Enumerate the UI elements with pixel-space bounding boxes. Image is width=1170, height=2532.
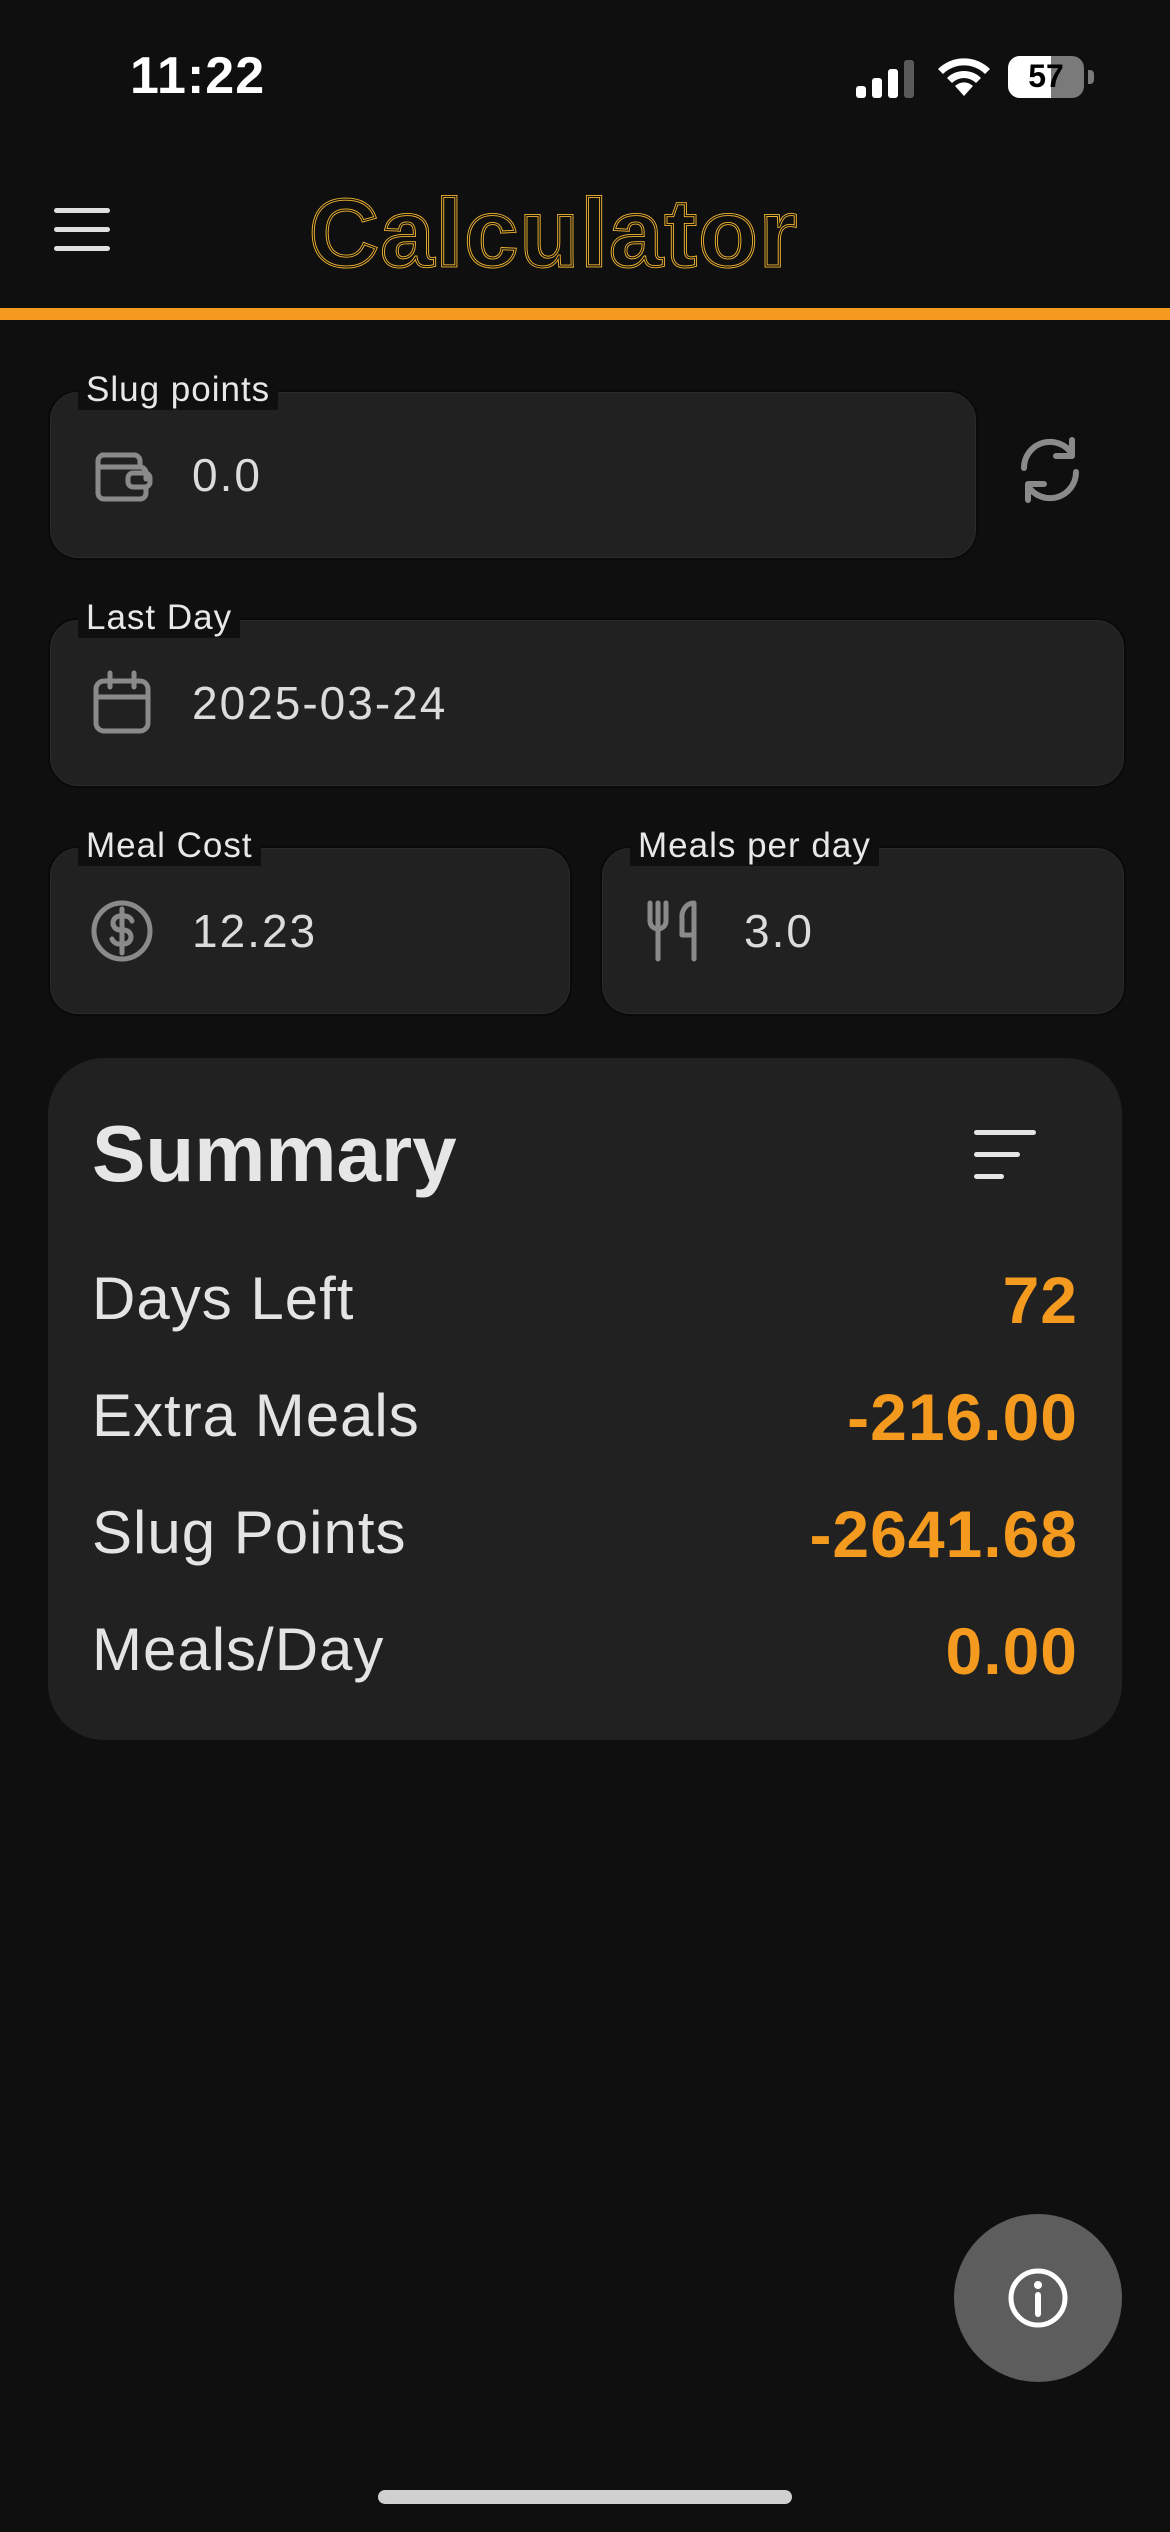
app-bar: Calculator Calculator [0, 150, 1170, 308]
wifi-icon [938, 58, 990, 96]
last-day-input[interactable]: 2025-03-24 [192, 676, 944, 730]
info-button[interactable] [954, 2214, 1122, 2382]
slug-points-field[interactable]: Slug points 0.0 [48, 370, 978, 560]
meal-cost-label: Meal Cost [78, 826, 261, 866]
slug-points-summary-value: -2641.68 [809, 1497, 1078, 1571]
info-icon [1008, 2268, 1068, 2328]
hamburger-menu-icon [54, 208, 110, 213]
meals-per-day-summary-label: Meals/Day [92, 1616, 385, 1683]
wallet-icon [95, 452, 153, 502]
cellular-signal-icon [856, 60, 914, 98]
fork-knife-icon [647, 900, 697, 962]
sort-button[interactable] [974, 1130, 1038, 1182]
dollar-circle-icon [91, 900, 153, 962]
meal-cost-field[interactable]: Meal Cost 12.23 [48, 826, 572, 1016]
last-day-field[interactable]: Last Day 2025-03-24 [48, 598, 1126, 788]
meals-per-day-label: Meals per day [630, 826, 879, 866]
svg-text:Calculator: Calculator [309, 180, 798, 287]
extra-meals-label: Extra Meals [92, 1382, 420, 1449]
summary-card: Summary Days Left 72 Extra Meals -216.00… [48, 1058, 1122, 1740]
home-indicator [378, 2490, 792, 2504]
battery-icon: 57 [1008, 56, 1094, 98]
extra-meals-value: -216.00 [847, 1380, 1078, 1454]
sort-lines-icon [974, 1130, 1036, 1135]
meals-per-day-field[interactable]: Meals per day 3.0 [600, 826, 1126, 1016]
refresh-icon[interactable] [1012, 432, 1088, 508]
last-day-label: Last Day [78, 598, 241, 638]
days-left-value: 72 [1002, 1263, 1078, 1337]
status-bar: 11:22 57 [0, 0, 1170, 150]
menu-button[interactable] [54, 208, 114, 252]
meal-cost-input[interactable]: 12.23 [192, 904, 556, 958]
accent-divider [0, 308, 1170, 320]
summary-title: Summary [92, 1109, 457, 1198]
meals-per-day-summary-value: 0.00 [945, 1614, 1078, 1688]
slug-points-summary-label: Slug Points [92, 1499, 407, 1566]
slug-points-label: Slug points [78, 370, 279, 410]
battery-level: 57 [1028, 58, 1064, 94]
days-left-label: Days Left [92, 1265, 355, 1332]
calendar-icon [93, 670, 151, 734]
app-title-logo: Calculator Calculator [308, 179, 798, 289]
meals-per-day-input[interactable]: 3.0 [744, 904, 1109, 958]
slug-points-input[interactable]: 0.0 [192, 448, 840, 502]
status-time: 11:22 [130, 47, 266, 105]
